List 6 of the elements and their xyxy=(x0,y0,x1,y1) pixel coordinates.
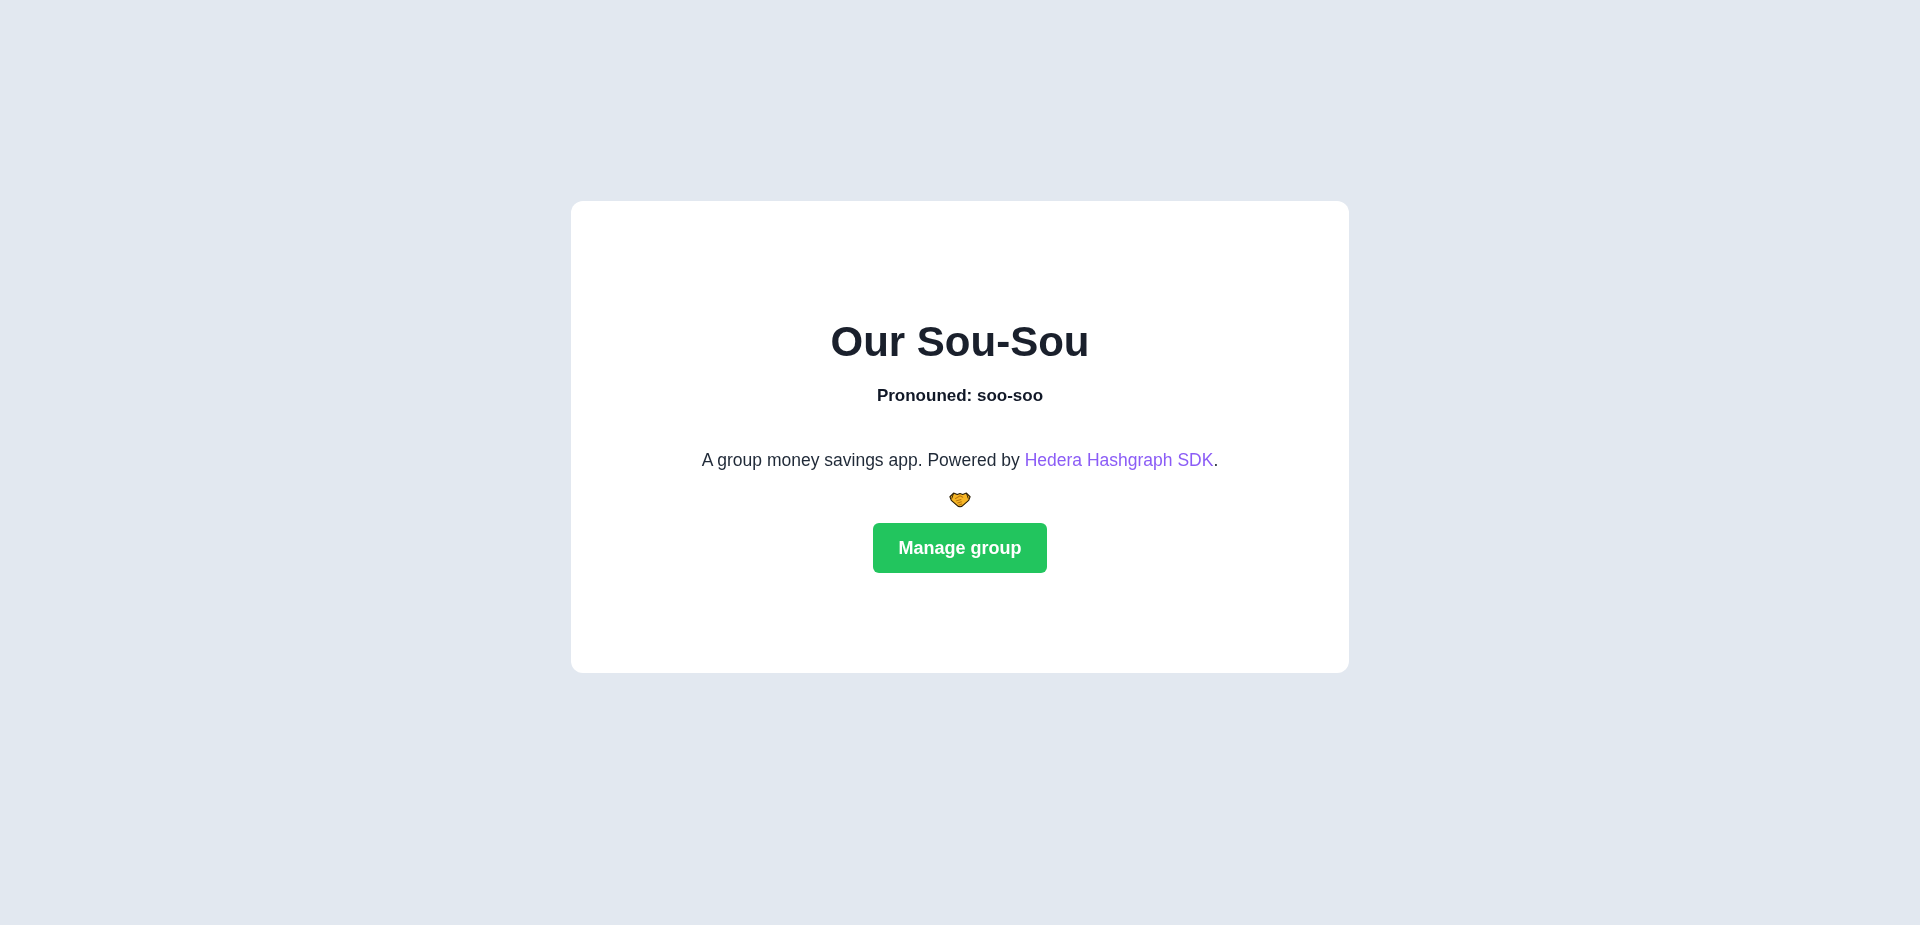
handshake-icon xyxy=(949,491,971,508)
description-text: A group money savings app. Powered by Hedera Hashgraph SDK. xyxy=(701,449,1219,472)
sdk-link[interactable]: Hedera Hashgraph SDK xyxy=(1024,450,1214,470)
app-title: Our Sou-Sou xyxy=(830,317,1090,367)
pronunciation-text: Pronouned: soo-soo xyxy=(876,385,1044,407)
manage-group-button[interactable]: Manage group xyxy=(873,523,1047,573)
